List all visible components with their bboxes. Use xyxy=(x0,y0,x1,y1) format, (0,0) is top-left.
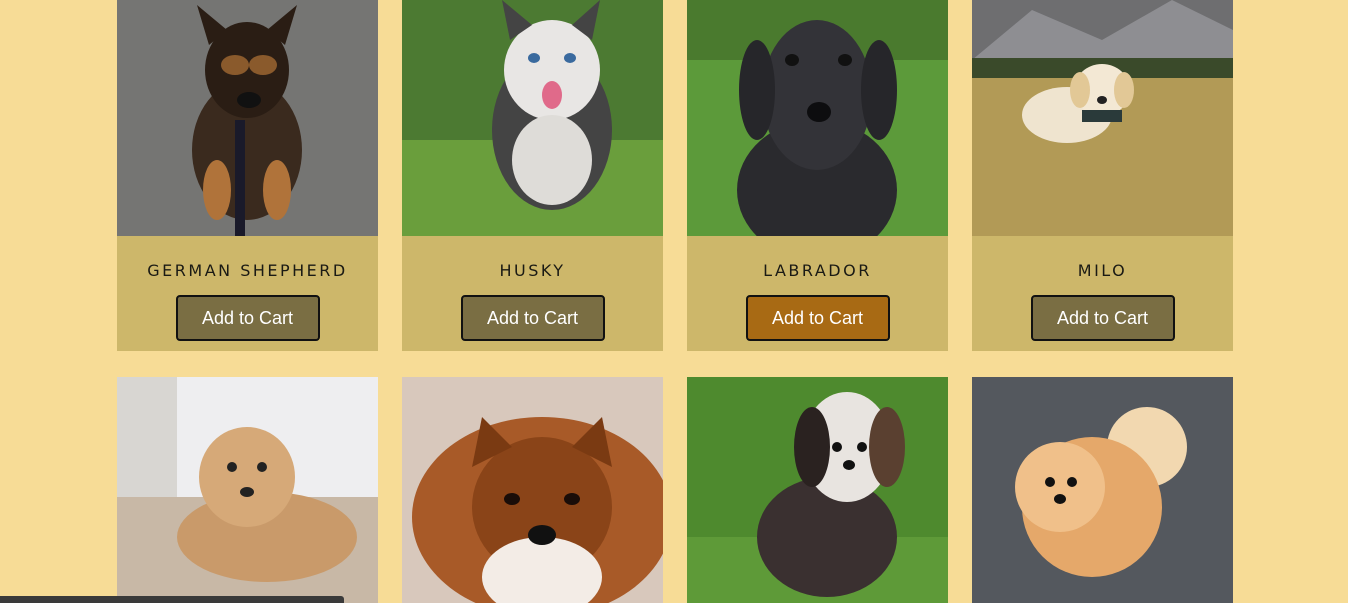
product-card xyxy=(402,377,663,603)
add-to-cart-button[interactable]: Add to Cart xyxy=(745,295,890,341)
product-grid: German Shepherd Add to Cart Husky Add to… xyxy=(117,0,1233,603)
milo-photo xyxy=(972,0,1233,236)
sheltie-photo xyxy=(402,377,663,603)
browser-status-bar xyxy=(0,596,344,603)
product-card-husky: Husky Add to Cart xyxy=(402,0,663,351)
cavapoo-photo xyxy=(117,377,378,603)
add-to-cart-button[interactable]: Add to Cart xyxy=(1030,295,1175,341)
product-card xyxy=(687,377,948,603)
add-to-cart-button[interactable]: Add to Cart xyxy=(175,295,320,341)
product-card xyxy=(972,377,1233,603)
product-name: Milo xyxy=(1077,261,1128,280)
pomeranian-photo xyxy=(972,377,1233,603)
product-card-german-shepherd: German Shepherd Add to Cart xyxy=(117,0,378,351)
add-to-cart-button[interactable]: Add to Cart xyxy=(460,295,605,341)
husky-photo xyxy=(402,0,663,236)
german-shepherd-photo xyxy=(117,0,378,236)
shih-tzu-photo xyxy=(687,377,948,603)
product-card-labrador: Labrador Add to Cart xyxy=(687,0,948,351)
product-name: Labrador xyxy=(763,261,872,280)
product-card xyxy=(117,377,378,603)
product-card-milo: Milo Add to Cart xyxy=(972,0,1233,351)
product-name: German Shepherd xyxy=(147,261,348,280)
product-name: Husky xyxy=(499,261,566,280)
labrador-photo xyxy=(687,0,948,236)
